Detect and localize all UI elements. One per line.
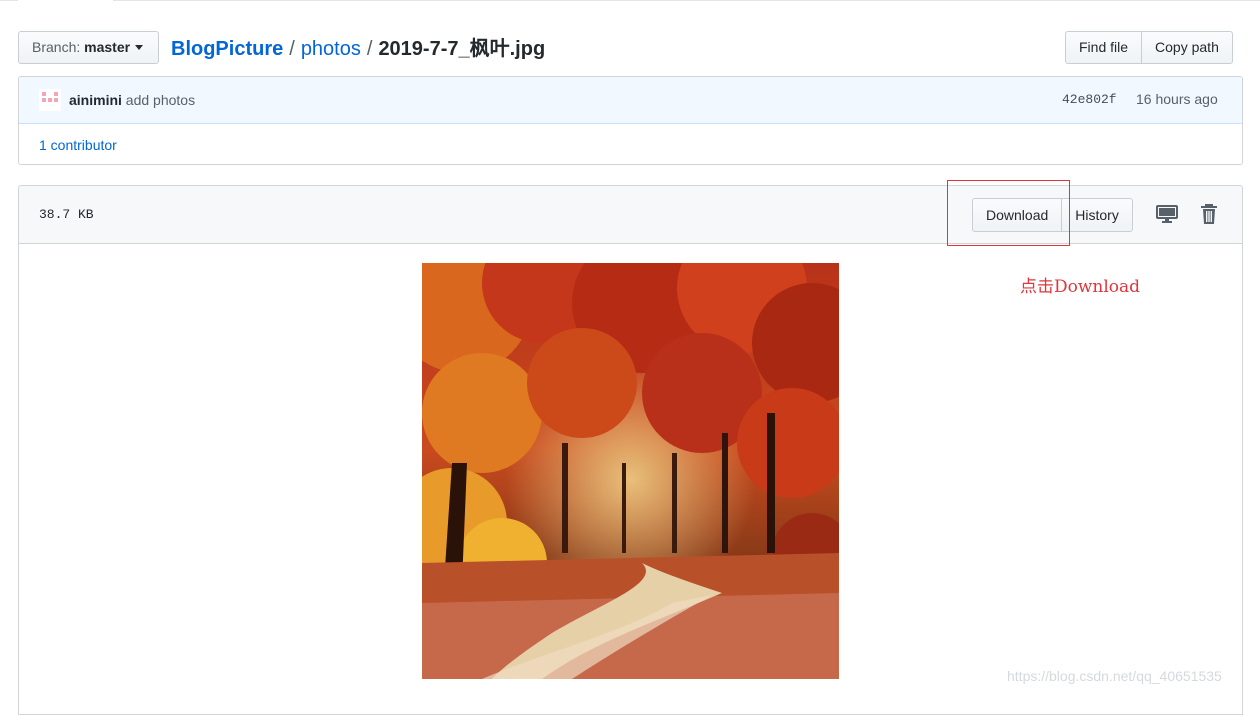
commit-sha-link[interactable]: 42e802f	[1062, 92, 1117, 107]
avatar[interactable]	[39, 89, 61, 111]
branch-label: Branch:	[32, 39, 81, 55]
contributors-link[interactable]: 1 contributor	[39, 137, 117, 153]
file-actions-group: Find file Copy path	[1065, 31, 1233, 64]
commit-author-link[interactable]: ainimini	[69, 92, 122, 108]
commit-info-box: ainimini add photos 42e802f 16 hours ago…	[18, 76, 1243, 165]
trash-icon[interactable]	[1198, 204, 1220, 224]
branch-selector-button[interactable]: Branch: master	[18, 31, 159, 64]
file-size: 38.7 KB	[39, 207, 94, 222]
breadcrumb-repo-link[interactable]: BlogPicture	[171, 38, 283, 60]
copy-path-button[interactable]: Copy path	[1141, 31, 1233, 64]
annotation-text: 点击Download	[1020, 277, 1141, 297]
top-divider	[0, 0, 1260, 1]
commit-message-link[interactable]: add photos	[126, 92, 195, 108]
breadcrumb: BlogPicture / photos/2019-7-7_枫叶.jpg	[171, 36, 545, 62]
breadcrumb-separator: /	[289, 38, 295, 60]
history-button[interactable]: History	[1061, 198, 1133, 232]
annotation-highlight-box	[947, 180, 1070, 246]
top-tab-gap	[18, 0, 113, 2]
autumn-photo	[422, 263, 839, 679]
branch-value: master	[84, 39, 131, 55]
breadcrumb-separator: /	[366, 38, 373, 60]
desktop-icon[interactable]	[1156, 204, 1178, 224]
find-file-button[interactable]: Find file	[1065, 31, 1143, 64]
commit-time: 16 hours ago	[1136, 91, 1218, 107]
watermark: https://blog.csdn.net/qq_40651535	[1007, 668, 1222, 684]
breadcrumb-file-name: 2019-7-7_枫叶.jpg	[378, 38, 546, 60]
commit-tease: ainimini add photos 42e802f 16 hours ago	[19, 77, 1242, 124]
caret-down-icon	[135, 45, 144, 50]
breadcrumb-dir-link[interactable]: photos	[301, 38, 361, 60]
commit-author-line: ainimini add photos	[69, 92, 195, 108]
